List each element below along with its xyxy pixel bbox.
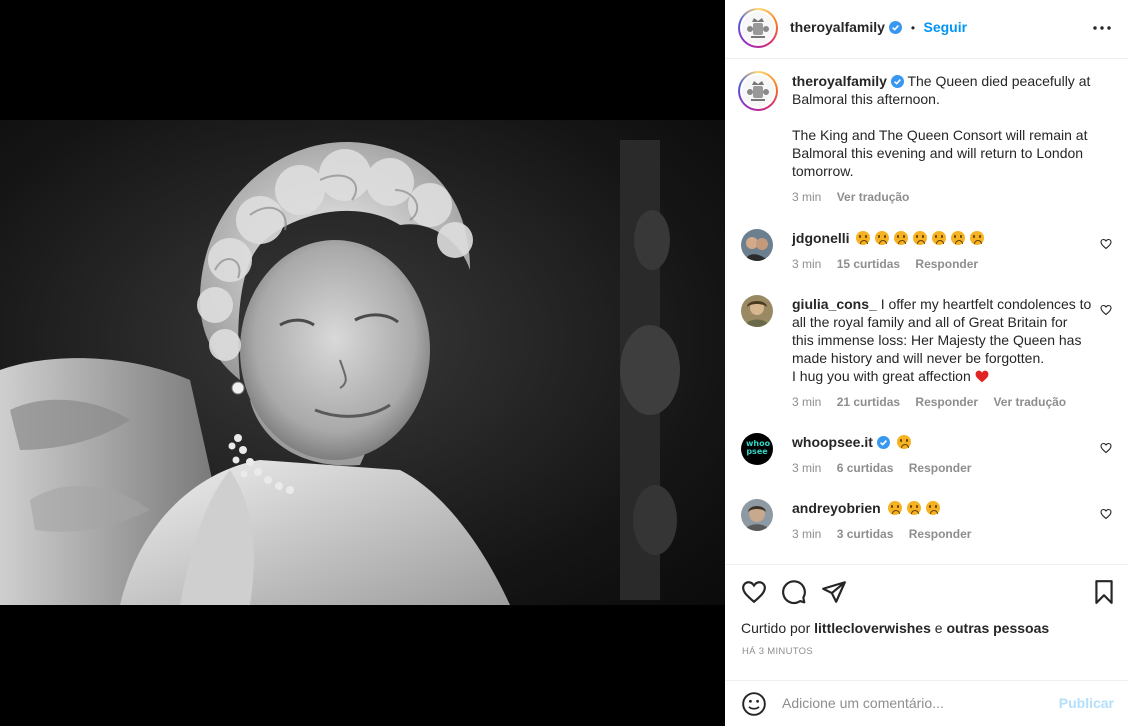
comment-text-line: all the royal family and all of Great Br… (792, 314, 1068, 330)
royal-crest-icon (742, 12, 774, 44)
comment-time: 3 min (792, 257, 822, 271)
reply-button[interactable]: Responder (915, 257, 978, 271)
publish-button[interactable]: Publicar (1059, 695, 1114, 711)
comment-likes[interactable]: 3 curtidas (837, 527, 894, 541)
crying-face-emoji-icon (951, 231, 966, 245)
caption-line: Balmoral this evening and will return to… (792, 145, 1084, 161)
comment-time: 3 min (792, 461, 822, 475)
like-comment-heart-icon[interactable] (1100, 238, 1112, 250)
caption-line: Balmoral this afternoon. (792, 91, 940, 107)
share-paper-plane-icon[interactable] (821, 579, 847, 605)
post-photo[interactable] (0, 120, 725, 605)
liked-by-others-link[interactable]: outras pessoas (946, 620, 1049, 636)
caption-author-avatar[interactable] (738, 71, 778, 111)
comment-text-line: I offer my heartfelt condolences to (880, 296, 1092, 312)
liked-by-prefix: Curtido por (741, 620, 811, 636)
crying-face-emoji-icon (925, 501, 940, 515)
comment-text-line: this immense loss: Her Majesty the Queen… (792, 332, 1082, 348)
post-actions: Curtido por littlecloverwishes e outras … (725, 564, 1128, 680)
post-media (0, 0, 725, 726)
commenter-avatar[interactable] (741, 229, 773, 261)
more-options-icon[interactable] (1092, 19, 1112, 39)
caption-translate-link[interactable]: Ver tradução (837, 190, 910, 204)
like-heart-icon[interactable] (741, 579, 767, 605)
follow-button[interactable]: Seguir (924, 19, 968, 35)
whoopsee-logo-text: whoo psee (746, 439, 771, 456)
crying-face-emoji-icon (875, 231, 890, 245)
crying-emoji-group (856, 230, 989, 246)
save-bookmark-icon[interactable] (1091, 579, 1117, 605)
caption-line: The Queen died peacefully at (907, 73, 1091, 89)
comment-time: 3 min (792, 527, 822, 541)
liked-by-user-link[interactable]: littlecloverwishes (814, 620, 931, 636)
comment-time: 3 min (792, 395, 822, 409)
queen-portrait-image (0, 120, 725, 605)
liked-by-summary: Curtido por littlecloverwishes e outras … (741, 620, 1049, 636)
comments-list[interactable]: theroyalfamily The Queen died peacefully… (725, 60, 1128, 564)
commenter-avatar[interactable] (741, 295, 773, 327)
crying-emoji-group (887, 500, 945, 516)
author-avatar[interactable] (738, 8, 778, 48)
like-comment-heart-icon[interactable] (1100, 508, 1112, 520)
post-timestamp[interactable]: HÁ 3 MINUTOS (742, 646, 813, 657)
verified-badge-icon (876, 436, 890, 449)
comment-meta: 3 min 15 curtidas Responder (792, 257, 1092, 271)
red-heart-emoji-icon (975, 370, 989, 383)
comment-meta: 3 min 21 curtidas Responder Ver tradução (792, 395, 1092, 409)
crying-face-emoji-icon (913, 231, 928, 245)
verified-badge-icon (889, 21, 903, 34)
crying-face-emoji-icon (896, 435, 911, 449)
comment-username[interactable]: jdgonelli (792, 230, 850, 246)
add-comment-bar: Adicione um comentário... Publicar (725, 680, 1128, 726)
emoji-smiley-icon[interactable] (741, 691, 767, 717)
comment-likes[interactable]: 21 curtidas (837, 395, 900, 409)
comment-input[interactable]: Adicione um comentário... (782, 695, 944, 711)
crying-face-emoji-icon (932, 231, 947, 245)
comment-username[interactable]: giulia_cons_ (792, 296, 877, 312)
comment-username[interactable]: whoopsee.it (792, 434, 873, 450)
caption-meta: 3 min Ver tradução (792, 190, 1102, 204)
commenter-avatar[interactable] (741, 499, 773, 531)
crying-face-emoji-icon (906, 501, 921, 515)
royal-crest-icon (742, 75, 774, 107)
comment-bubble-icon[interactable] (781, 579, 807, 605)
like-comment-heart-icon[interactable] (1100, 442, 1112, 454)
caption-time: 3 min (792, 190, 822, 204)
comment-username[interactable]: andreyobrien (792, 500, 881, 516)
like-comment-heart-icon[interactable] (1100, 304, 1112, 316)
post-header: theroyalfamily • Seguir (725, 0, 1128, 59)
caption-username[interactable]: theroyalfamily (792, 73, 887, 89)
verified-badge-icon (890, 75, 904, 88)
reply-button[interactable]: Responder (909, 527, 972, 541)
comment-meta: 3 min 3 curtidas Responder (792, 527, 1092, 541)
comment-likes[interactable]: 15 curtidas (837, 257, 900, 271)
author-username[interactable]: theroyalfamily (790, 19, 885, 35)
translate-link[interactable]: Ver tradução (993, 395, 1066, 409)
instagram-post-modal: theroyalfamily • Seguir theroyalfamily T… (0, 0, 1128, 726)
reply-button[interactable]: Responder (915, 395, 978, 409)
reply-button[interactable]: Responder (909, 461, 972, 475)
caption-line: The King and The Queen Consort will rema… (792, 127, 1088, 143)
crying-face-emoji-icon (856, 231, 871, 245)
crying-face-emoji-icon (894, 231, 909, 245)
comment-meta: 3 min 6 curtidas Responder (792, 461, 1092, 475)
liked-by-and: e (934, 620, 943, 636)
separator-dot: • (910, 21, 916, 35)
comment-likes[interactable]: 6 curtidas (837, 461, 894, 475)
comment-text-line: made history and will never be forgotten… (792, 350, 1045, 366)
crying-face-emoji-icon (970, 231, 985, 245)
crying-face-emoji-icon (887, 501, 902, 515)
comment-text-line: I hug you with great affection (792, 368, 971, 384)
caption-line: tomorrow. (792, 163, 854, 179)
post-side-panel: theroyalfamily • Seguir theroyalfamily T… (725, 0, 1128, 726)
commenter-avatar[interactable]: whoo psee (741, 433, 773, 465)
